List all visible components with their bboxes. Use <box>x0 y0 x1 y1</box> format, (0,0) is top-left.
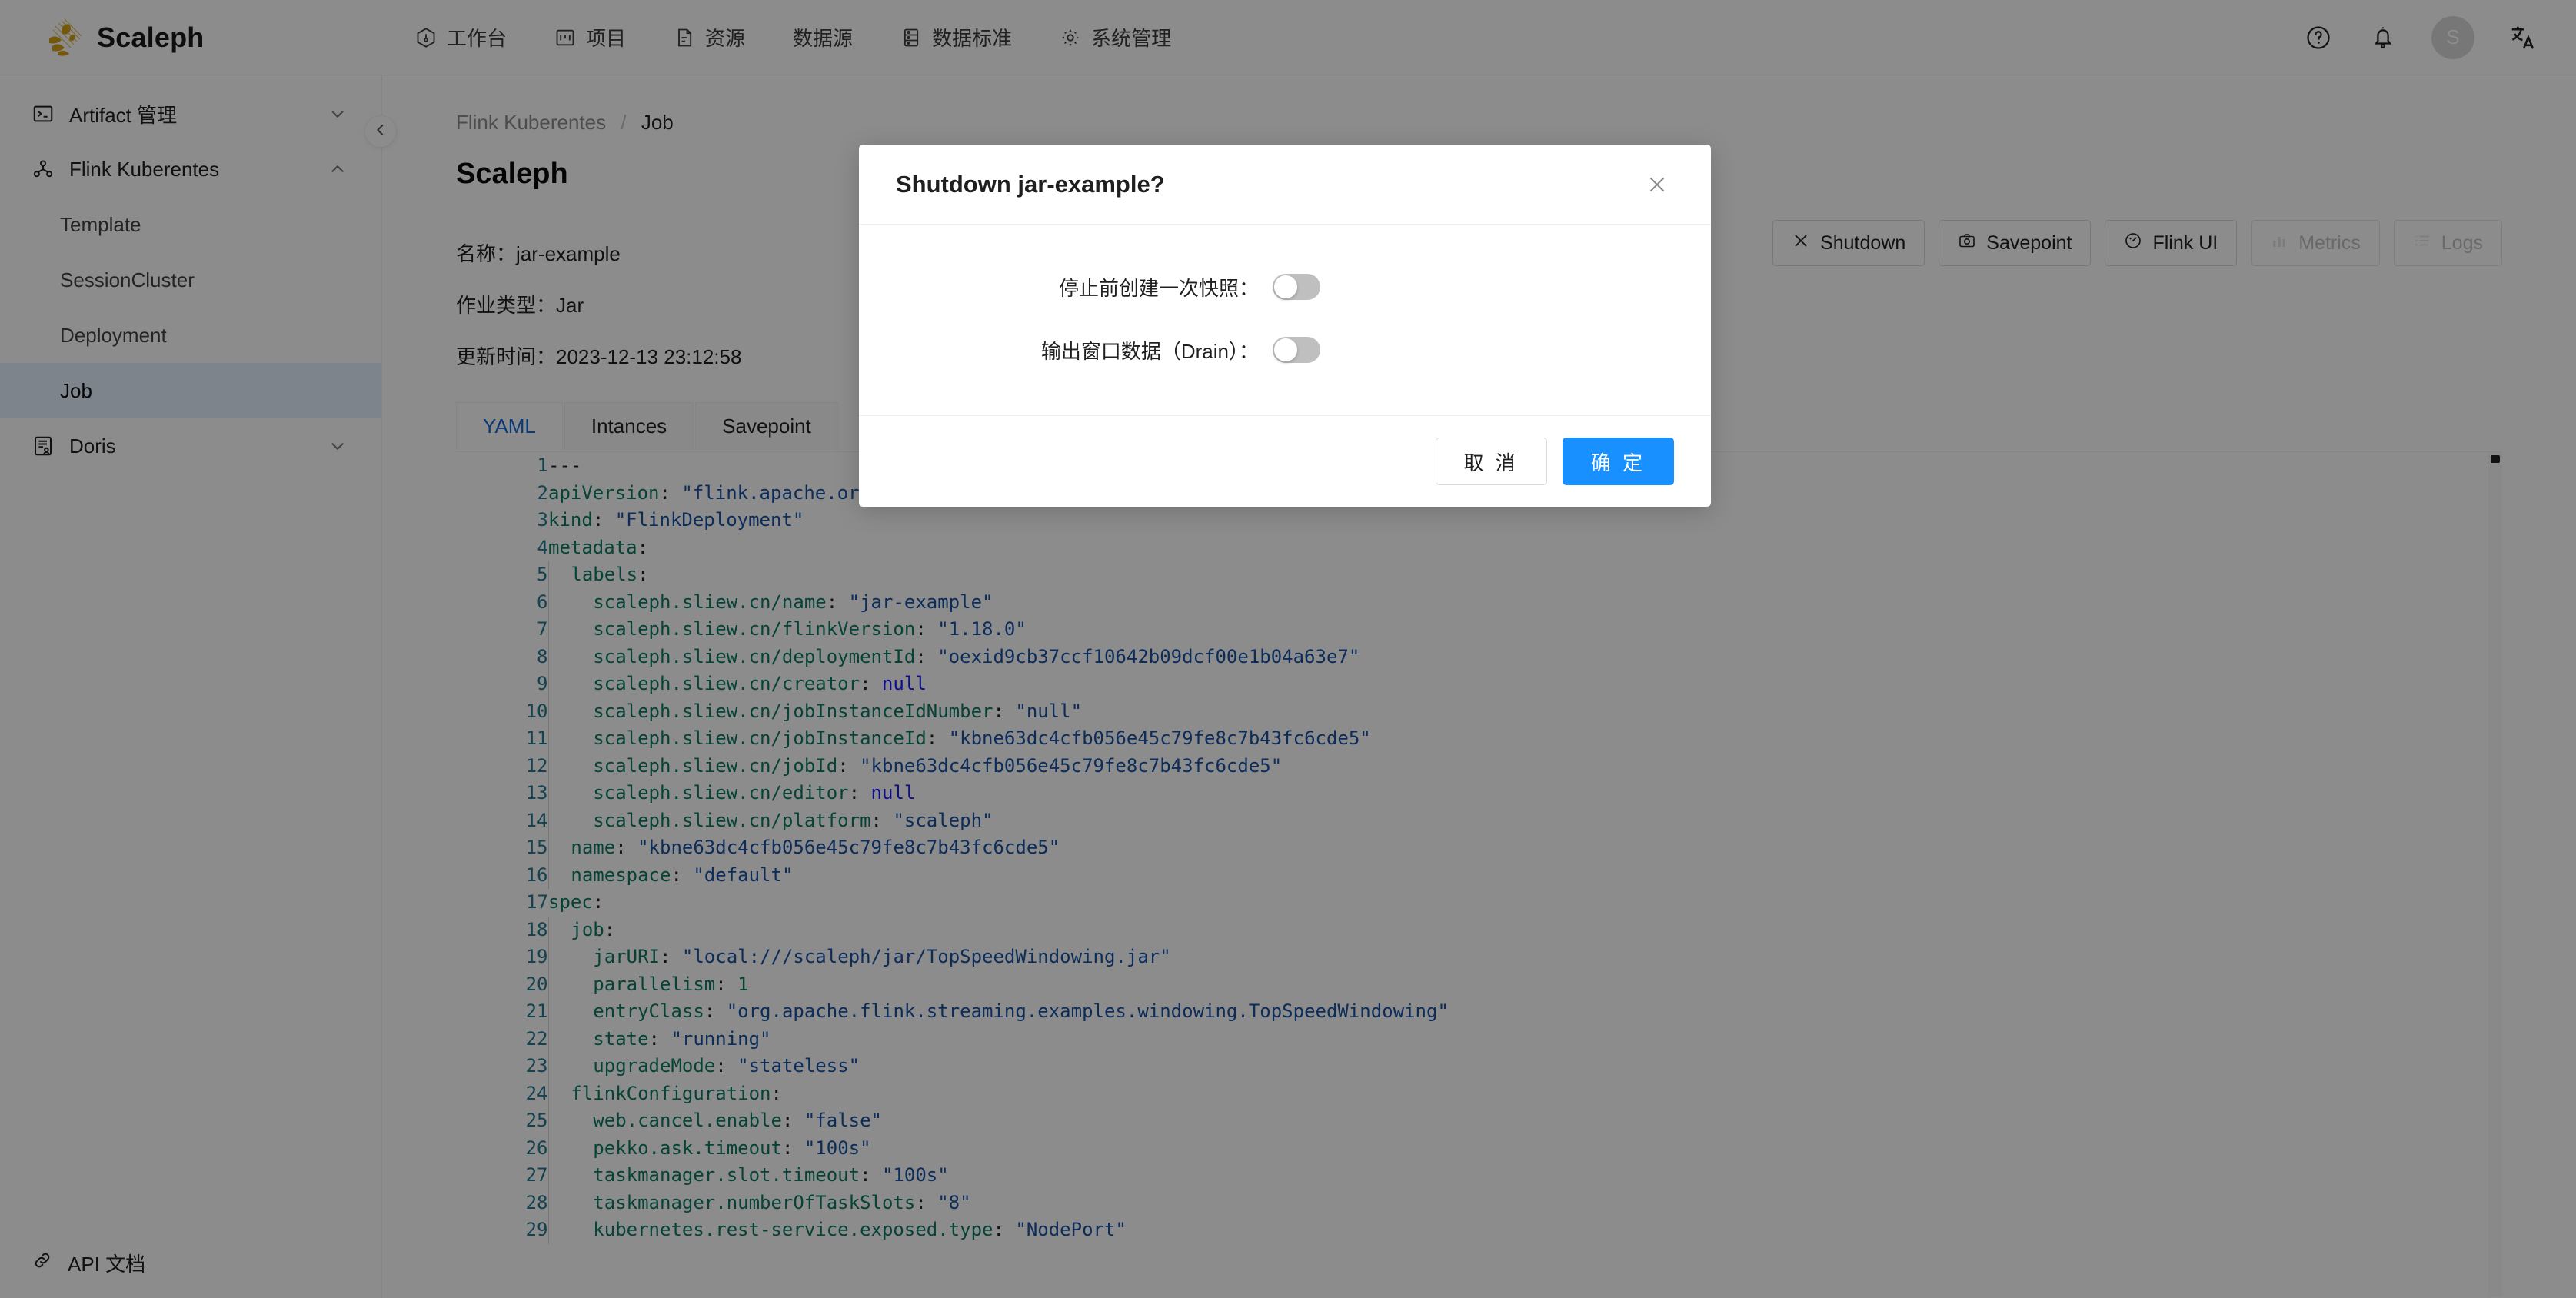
drain-label: 输出窗口数据（Drain）： <box>1040 339 1259 363</box>
modal-footer: 取 消 确 定 <box>859 415 1711 507</box>
modal-body: 停止前创建一次快照： 输出窗口数据（Drain）： <box>859 225 1711 415</box>
confirm-button[interactable]: 确 定 <box>1562 438 1674 485</box>
snapshot-toggle[interactable] <box>1273 274 1320 300</box>
modal-header: Shutdown jar-example? <box>859 145 1711 225</box>
modal-title: Shutdown jar-example? <box>896 170 1165 198</box>
drain-toggle[interactable] <box>1273 337 1320 363</box>
app-root: Scaleph 工作台 项目 资源 数据源 数据标准 系统管理 S Artifa… <box>0 0 2576 1298</box>
close-icon[interactable] <box>1640 168 1674 201</box>
cancel-button[interactable]: 取 消 <box>1435 438 1547 485</box>
form-row-drain: 输出窗口数据（Drain）： <box>896 318 1674 381</box>
snapshot-label: 停止前创建一次快照： <box>1058 276 1259 300</box>
toggle-knob <box>1274 338 1297 361</box>
form-row-snapshot: 停止前创建一次快照： <box>896 255 1674 318</box>
shutdown-modal: Shutdown jar-example? 停止前创建一次快照： 输出窗口数据（… <box>859 145 1711 507</box>
toggle-knob <box>1274 275 1297 298</box>
